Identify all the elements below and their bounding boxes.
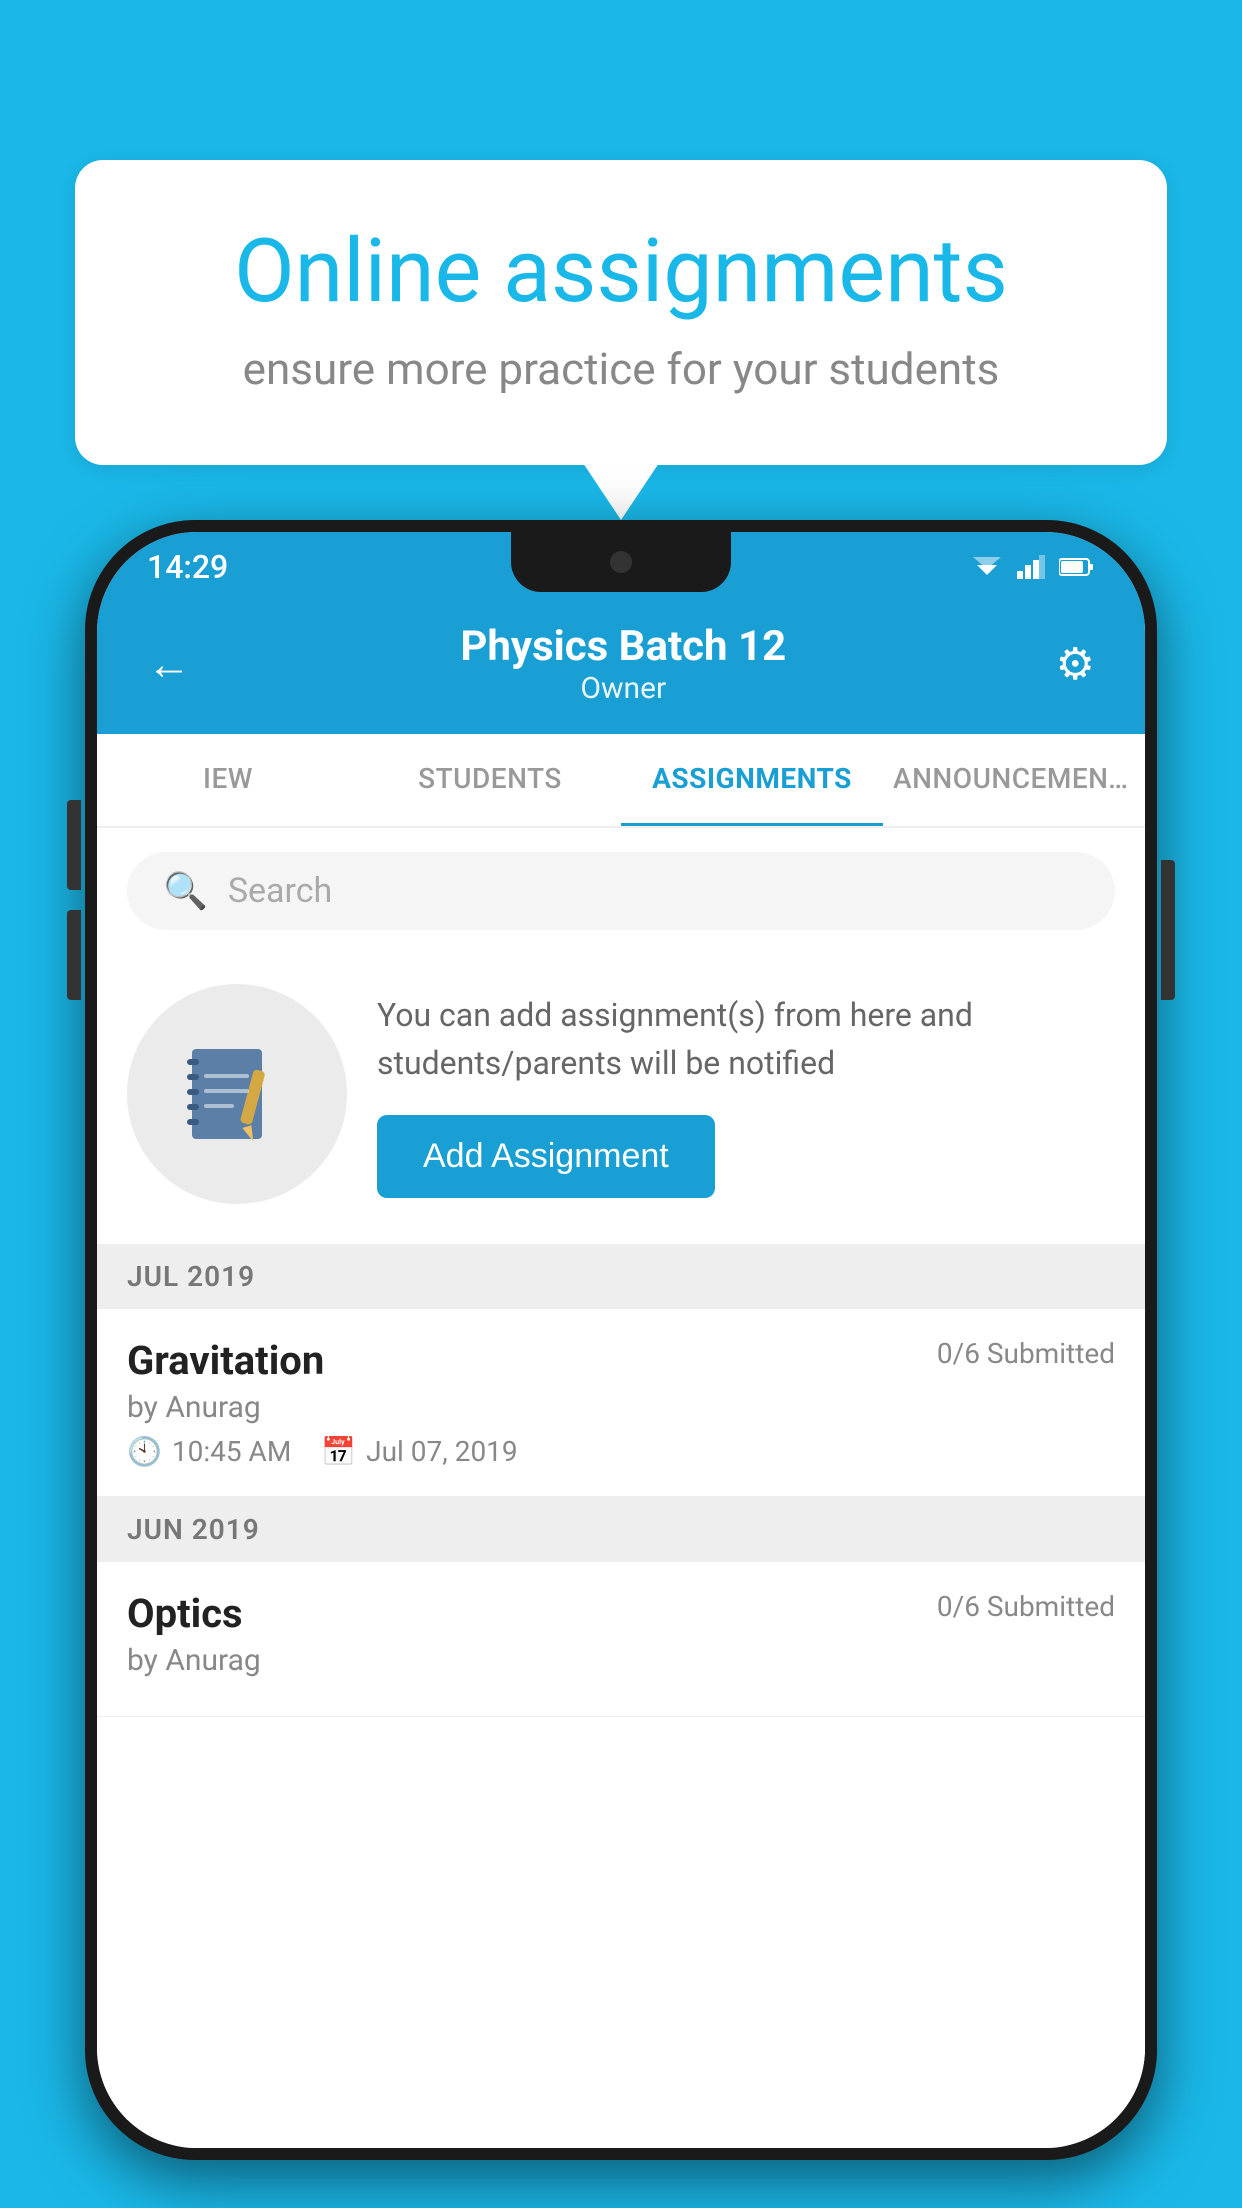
search-box[interactable]: 🔍 Search <box>127 852 1115 930</box>
side-button-volume-down <box>67 910 81 1000</box>
assignment-date-value: Jul 07, 2019 <box>366 1435 518 1468</box>
status-icons <box>971 555 1095 579</box>
assignment-icon-circle <box>127 984 347 1204</box>
phone-outer: 14:29 <box>85 520 1157 2160</box>
bubble-subtitle: ensure more practice for your students <box>155 343 1087 395</box>
wifi-icon <box>971 555 1003 579</box>
app-header: ← Physics Batch 12 Owner ⚙ <box>97 602 1145 734</box>
speech-bubble: Online assignments ensure more practice … <box>75 160 1167 465</box>
content-area: 🔍 Search <box>97 828 1145 2148</box>
assignment-optics-submitted: 0/6 Submitted <box>937 1590 1115 1623</box>
search-icon: 🔍 <box>163 870 208 912</box>
search-container: 🔍 Search <box>97 828 1145 954</box>
header-subtitle: Owner <box>460 671 786 706</box>
assignment-by: by Anurag <box>127 1390 1115 1425</box>
assignment-meta: 🕙 10:45 AM 📅 Jul 07, 2019 <box>127 1435 1115 1468</box>
assignment-name: Gravitation <box>127 1337 324 1384</box>
assignment-time-value: 10:45 AM <box>172 1435 291 1468</box>
notch <box>511 532 731 592</box>
tab-announcements[interactable]: ANNOUNCEMENTS <box>883 734 1145 826</box>
add-assignment-button[interactable]: Add Assignment <box>377 1115 715 1198</box>
section-header-jun: JUN 2019 <box>97 1497 1145 1562</box>
tabs-bar: IEW STUDENTS ASSIGNMENTS ANNOUNCEMENTS <box>97 734 1145 828</box>
promo-block: You can add assignment(s) from here and … <box>97 954 1145 1244</box>
side-button-volume-up <box>67 800 81 890</box>
header-title-group: Physics Batch 12 Owner <box>460 622 786 706</box>
calendar-icon: 📅 <box>321 1435 356 1468</box>
assignment-optics-top-row: Optics 0/6 Submitted <box>127 1590 1115 1637</box>
assignment-time: 🕙 10:45 AM <box>127 1435 291 1468</box>
side-button-power <box>1161 860 1175 1000</box>
promo-right: You can add assignment(s) from here and … <box>377 991 1115 1198</box>
assignment-date: 📅 Jul 07, 2019 <box>321 1435 517 1468</box>
assignment-item-gravitation[interactable]: Gravitation 0/6 Submitted by Anurag 🕙 10… <box>97 1309 1145 1497</box>
tab-assignments[interactable]: ASSIGNMENTS <box>621 734 883 826</box>
status-bar: 14:29 <box>97 532 1145 602</box>
tab-overview[interactable]: IEW <box>97 734 359 826</box>
tab-students[interactable]: STUDENTS <box>359 734 621 826</box>
assignment-submitted: 0/6 Submitted <box>937 1337 1115 1370</box>
signal-icon <box>1017 555 1045 579</box>
clock-icon: 🕙 <box>127 1435 162 1468</box>
section-header-jun-label: JUN 2019 <box>127 1513 260 1546</box>
promo-description: You can add assignment(s) from here and … <box>377 991 1115 1087</box>
header-title: Physics Batch 12 <box>460 622 786 671</box>
section-header-jul: JUL 2019 <box>97 1244 1145 1309</box>
battery-icon <box>1059 557 1095 577</box>
notebook-icon <box>182 1039 292 1149</box>
assignment-top-row: Gravitation 0/6 Submitted <box>127 1337 1115 1384</box>
search-placeholder: Search <box>228 871 332 911</box>
back-button[interactable]: ← <box>147 638 191 690</box>
settings-button[interactable]: ⚙ <box>1056 638 1095 690</box>
phone-screen: 14:29 <box>97 532 1145 2148</box>
bubble-title: Online assignments <box>155 220 1087 323</box>
camera-dot <box>610 551 632 573</box>
phone-container: 14:29 <box>85 520 1157 2160</box>
assignment-item-optics[interactable]: Optics 0/6 Submitted by Anurag <box>97 1562 1145 1717</box>
status-time: 14:29 <box>147 548 228 586</box>
section-header-jul-label: JUL 2019 <box>127 1260 255 1293</box>
assignment-optics-by: by Anurag <box>127 1643 1115 1678</box>
assignment-optics-name: Optics <box>127 1590 243 1637</box>
